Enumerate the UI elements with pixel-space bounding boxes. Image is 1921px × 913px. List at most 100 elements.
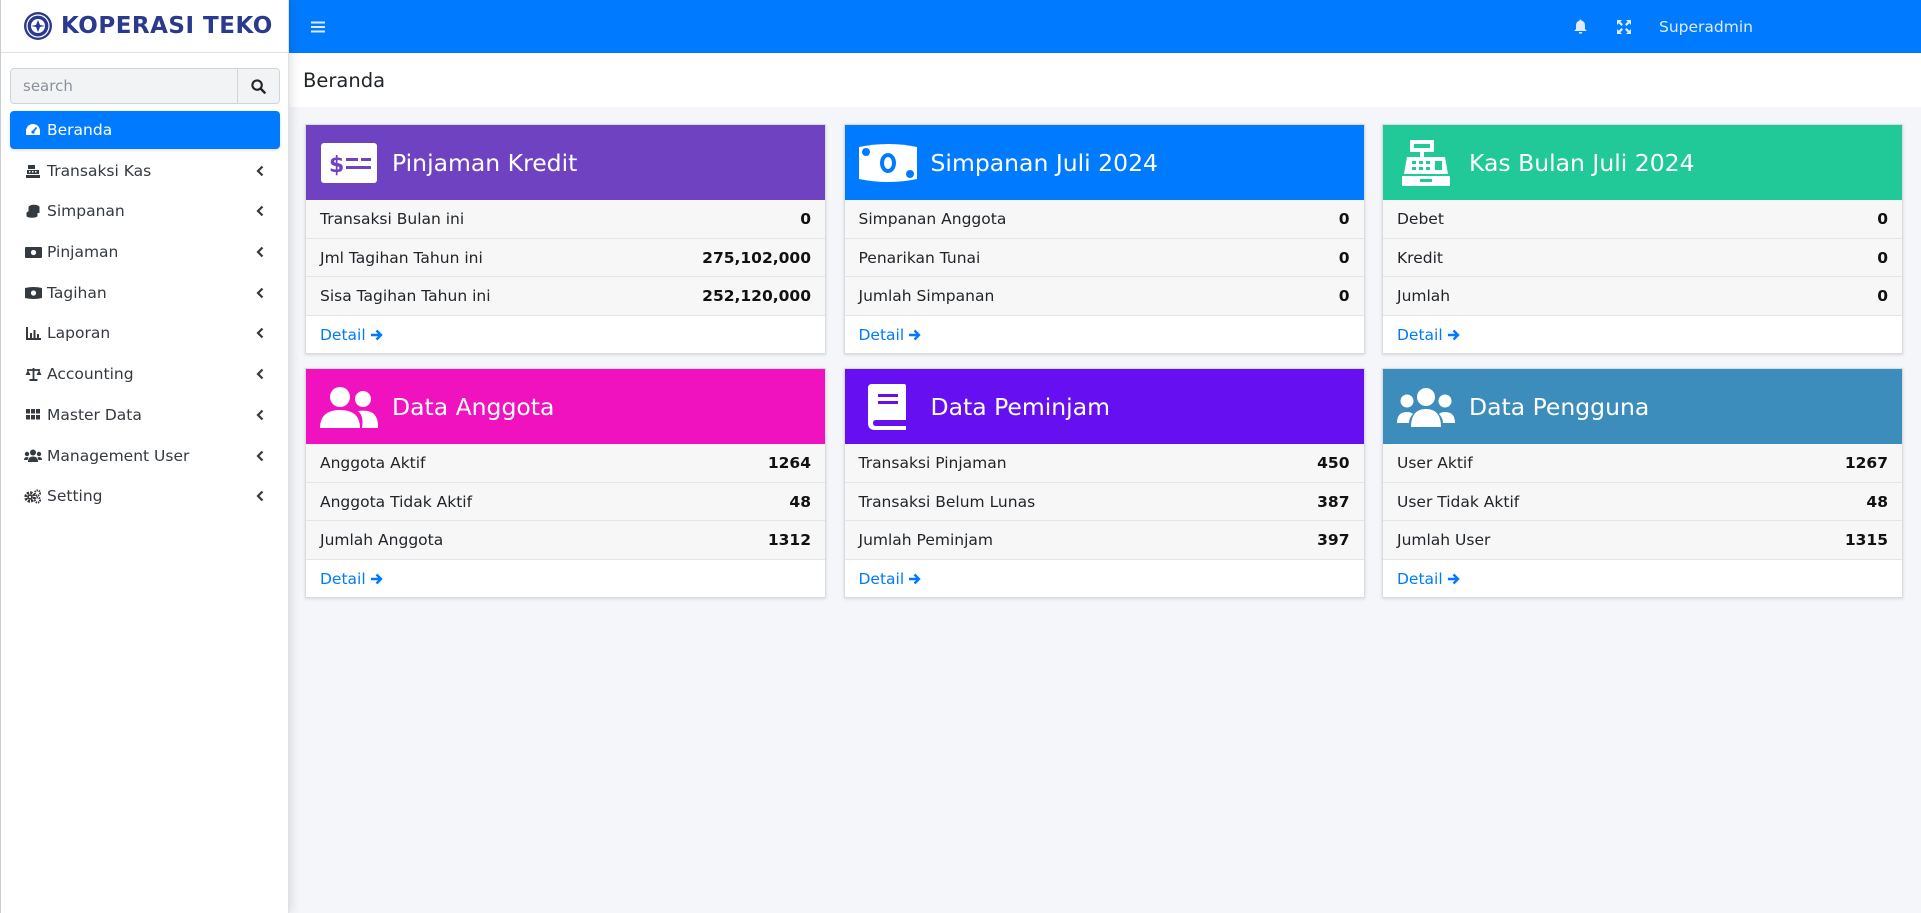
arrow-right-icon xyxy=(908,329,921,341)
sidebar-item-simpanan[interactable]: Simpanan xyxy=(10,192,280,230)
stat-row: Transaksi Pinjaman 450 xyxy=(844,444,1364,483)
stat-label: Jumlah xyxy=(1397,287,1451,306)
stat-row: Anggota Tidak Aktif 48 xyxy=(306,482,825,522)
sidebar: KOPERASI TEKO Beranda Transaksi Kas xyxy=(0,0,289,913)
sidebar-item-management-user[interactable]: Management User xyxy=(10,437,280,475)
money-bill-wave-icon xyxy=(24,285,42,301)
stat-value: 1315 xyxy=(1844,531,1888,550)
detail-link[interactable]: Detail xyxy=(306,316,825,354)
stat-label: Transaksi Bulan ini xyxy=(320,209,465,228)
sidebar-item-label: Management User xyxy=(47,446,190,465)
chart-bar-icon xyxy=(24,325,42,341)
sidebar-item-tagihan[interactable]: Tagihan xyxy=(10,274,280,312)
sidebar-item-laporan[interactable]: Laporan xyxy=(10,314,280,352)
sidebar-toggle-button[interactable] xyxy=(311,18,329,36)
detail-label: Detail xyxy=(858,326,905,345)
money-bill-icon xyxy=(858,139,917,187)
card-data-anggota: Data Anggota Anggota Aktif 1264 Anggota T… xyxy=(305,368,826,598)
card-pinjaman-kredit: $ Pinjaman Kredit Transaksi Bulan ini 0 J… xyxy=(305,124,826,354)
card-header: Simpanan Juli 2024 xyxy=(844,125,1364,200)
card-data-pengguna: Data Pengguna User Aktif 1267 User Tidak … xyxy=(1382,368,1903,598)
hamburger-icon xyxy=(311,21,325,32)
stat-value: 0 xyxy=(800,209,811,228)
stat-value: 0 xyxy=(1877,248,1888,267)
detail-label: Detail xyxy=(320,326,366,345)
cash-register-icon xyxy=(1397,139,1455,187)
detail-label: Detail xyxy=(320,570,366,589)
chevron-left-icon xyxy=(256,205,266,217)
detail-link[interactable]: Detail xyxy=(1383,316,1902,354)
stat-value: 1312 xyxy=(767,531,811,550)
money-check-icon: $ xyxy=(320,139,378,187)
chevron-left-icon xyxy=(256,246,266,258)
stat-label: User Aktif xyxy=(1397,453,1473,472)
stat-row: Jumlah 0 xyxy=(1383,277,1902,317)
dashboard-cards: $ Pinjaman Kredit Transaksi Bulan ini 0 J… xyxy=(305,124,1903,598)
card-data-peminjam: Data Peminjam Transaksi Pinjaman 450 Tran… xyxy=(843,368,1365,598)
detail-link[interactable]: Detail xyxy=(1383,560,1902,598)
sidebar-item-label: Transaksi Kas xyxy=(47,161,152,180)
stat-row: Penarikan Tunai 0 xyxy=(844,238,1364,278)
chevron-left-icon xyxy=(256,368,266,380)
arrow-right-icon xyxy=(1447,573,1460,585)
sidebar-search xyxy=(10,68,280,104)
stat-row: Jumlah Peminjam 397 xyxy=(844,521,1364,561)
search-button[interactable] xyxy=(237,69,279,103)
detail-link[interactable]: Detail xyxy=(306,560,825,598)
stat-row: Jml Tagihan Tahun ini 275,102,000 xyxy=(306,238,825,278)
stat-row: Sisa Tagihan Tahun ini 252,120,000 xyxy=(306,277,825,317)
search-input[interactable] xyxy=(11,69,237,103)
sidebar-item-label: Setting xyxy=(47,487,103,506)
user-friends-icon xyxy=(320,383,378,431)
stat-value: 0 xyxy=(1338,287,1350,306)
sidebar-nav: Beranda Transaksi Kas Simpanan Pinjaman xyxy=(1,111,288,515)
stat-label: Transaksi Belum Lunas xyxy=(858,492,1036,511)
stat-row: Debet 0 xyxy=(1383,200,1902,239)
stat-label: Kredit xyxy=(1397,248,1443,267)
stat-label: Transaksi Pinjaman xyxy=(858,453,1007,472)
brand-link[interactable]: KOPERASI TEKO xyxy=(1,0,288,53)
cogs-icon xyxy=(24,488,42,504)
chevron-left-icon xyxy=(256,327,266,339)
coins-icon xyxy=(24,203,42,219)
user-menu[interactable]: Superadmin xyxy=(1659,18,1753,36)
svg-text:$: $ xyxy=(329,153,344,178)
bell-icon xyxy=(1573,19,1587,34)
stat-value: 48 xyxy=(1866,492,1888,511)
detail-link[interactable]: Detail xyxy=(845,316,1364,354)
sidebar-item-setting[interactable]: Setting xyxy=(10,477,280,515)
sidebar-item-label: Accounting xyxy=(47,365,134,384)
card-title: Simpanan Juli 2024 xyxy=(930,148,1158,177)
fullscreen-button[interactable] xyxy=(1615,18,1633,36)
card-simpanan: Simpanan Juli 2024 Simpanan Anggota 0 Pen… xyxy=(843,124,1365,354)
detail-link[interactable]: Detail xyxy=(845,560,1364,598)
brand-name: KOPERASI TEKO xyxy=(61,13,273,39)
sidebar-item-accounting[interactable]: Accounting xyxy=(10,355,280,393)
users-icon xyxy=(1397,383,1455,431)
sidebar-item-label: Simpanan xyxy=(47,202,125,221)
card-title: Kas Bulan Juli 2024 xyxy=(1469,148,1695,177)
stat-label: Simpanan Anggota xyxy=(858,209,1007,228)
arrow-right-icon xyxy=(908,573,921,585)
stat-row: Jumlah Anggota 1312 xyxy=(306,521,825,561)
money-bill-icon xyxy=(24,244,42,260)
sidebar-item-transaksi-kas[interactable]: Transaksi Kas xyxy=(10,152,280,190)
chevron-left-icon xyxy=(256,409,266,421)
stat-value: 387 xyxy=(1317,492,1350,511)
sidebar-item-master-data[interactable]: Master Data xyxy=(10,396,280,434)
sidebar-item-label: Tagihan xyxy=(47,283,107,302)
sidebar-item-pinjaman[interactable]: Pinjaman xyxy=(10,233,280,271)
book-icon xyxy=(859,383,917,431)
card-header: Data Anggota xyxy=(306,369,825,444)
users-icon xyxy=(24,448,42,464)
card-kas: Kas Bulan Juli 2024 Debet 0 Kredit 0 Jumla… xyxy=(1382,124,1903,354)
sidebar-item-beranda[interactable]: Beranda xyxy=(10,111,280,149)
card-header: Kas Bulan Juli 2024 xyxy=(1383,125,1902,200)
detail-label: Detail xyxy=(858,570,905,589)
stat-value: 397 xyxy=(1317,531,1350,550)
sidebar-item-label: Laporan xyxy=(47,324,111,343)
notifications-button[interactable] xyxy=(1571,18,1589,36)
stat-value: 0 xyxy=(1877,209,1888,228)
search-icon xyxy=(251,78,266,94)
stat-value: 0 xyxy=(1338,209,1350,228)
